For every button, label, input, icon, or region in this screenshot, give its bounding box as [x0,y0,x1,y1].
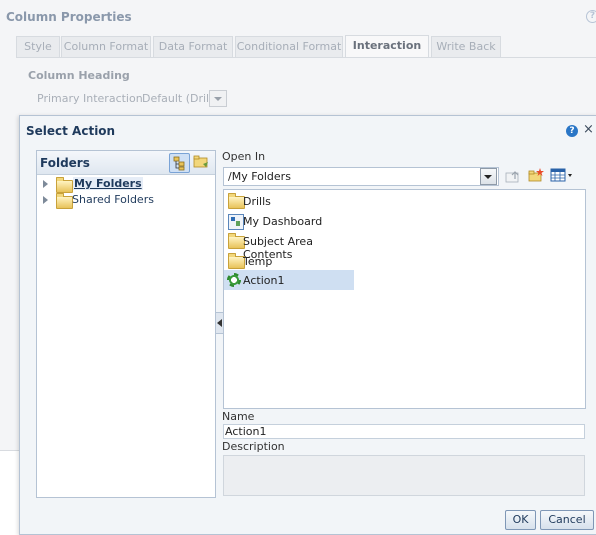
expand-arrow-icon[interactable] [43,196,48,204]
list-item-label: Drills [243,195,271,208]
ok-button[interactable]: OK [505,510,536,530]
tab-column-format[interactable]: Column Format [61,36,151,57]
list-item[interactable]: Drills [224,191,354,211]
tree-item-shared-folders[interactable]: Shared Folders [72,193,154,206]
name-field[interactable]: Action1 [223,424,585,439]
tab-data-format[interactable]: Data Format [153,36,233,57]
list-item[interactable]: Temp [224,251,354,271]
open-in-value[interactable]: /My Folders [228,170,291,183]
cancel-button[interactable]: Cancel [540,510,594,530]
action-gear-icon [227,273,241,287]
folder-icon [56,177,73,193]
tree-item-my-folders[interactable]: My Folders [73,177,143,190]
primary-interaction-value[interactable]: Default (Drill) [142,92,216,105]
open-in-label: Open In [222,150,266,163]
chevron-down-icon[interactable] [209,90,227,107]
new-folder-icon[interactable] [528,167,544,183]
list-item-label: My Dashboard [243,215,323,228]
tab-interaction[interactable]: Interaction [345,35,429,58]
section-heading: Column Heading [28,69,130,82]
name-label: Name [222,410,255,423]
help-icon[interactable]: ? [566,125,578,137]
tab-divider [16,57,596,58]
up-folder-icon[interactable] [505,168,521,184]
tab-conditional-format[interactable]: Conditional Format [235,36,343,57]
tab-style[interactable]: Style [16,36,60,57]
expand-arrow-icon[interactable] [43,180,48,188]
folders-title: Folders [40,156,90,170]
primary-interaction-label: Primary Interaction [37,92,143,105]
view-options-icon[interactable] [550,167,574,183]
chevron-down-icon[interactable] [480,168,497,185]
folder-icon [56,193,73,209]
folder-tree-view-icon[interactable] [169,153,190,173]
description-label: Description [222,440,285,453]
dashboard-icon [228,214,244,230]
list-item-label: Action1 [243,274,285,287]
list-item[interactable]: My Dashboard [224,211,354,231]
help-icon[interactable]: ? [586,10,596,23]
list-item[interactable]: Subject Area Contents [224,231,354,261]
show-folder-contents-icon[interactable] [192,153,211,171]
dialog-title: Select Action [26,124,116,138]
list-item-selected[interactable]: Action1 [224,270,354,290]
list-item-label: Temp [243,255,273,268]
close-icon[interactable]: × [583,122,594,137]
description-field[interactable] [223,455,585,496]
column-properties-title: Column Properties [6,10,132,24]
tab-write-back[interactable]: Write Back [431,36,501,57]
